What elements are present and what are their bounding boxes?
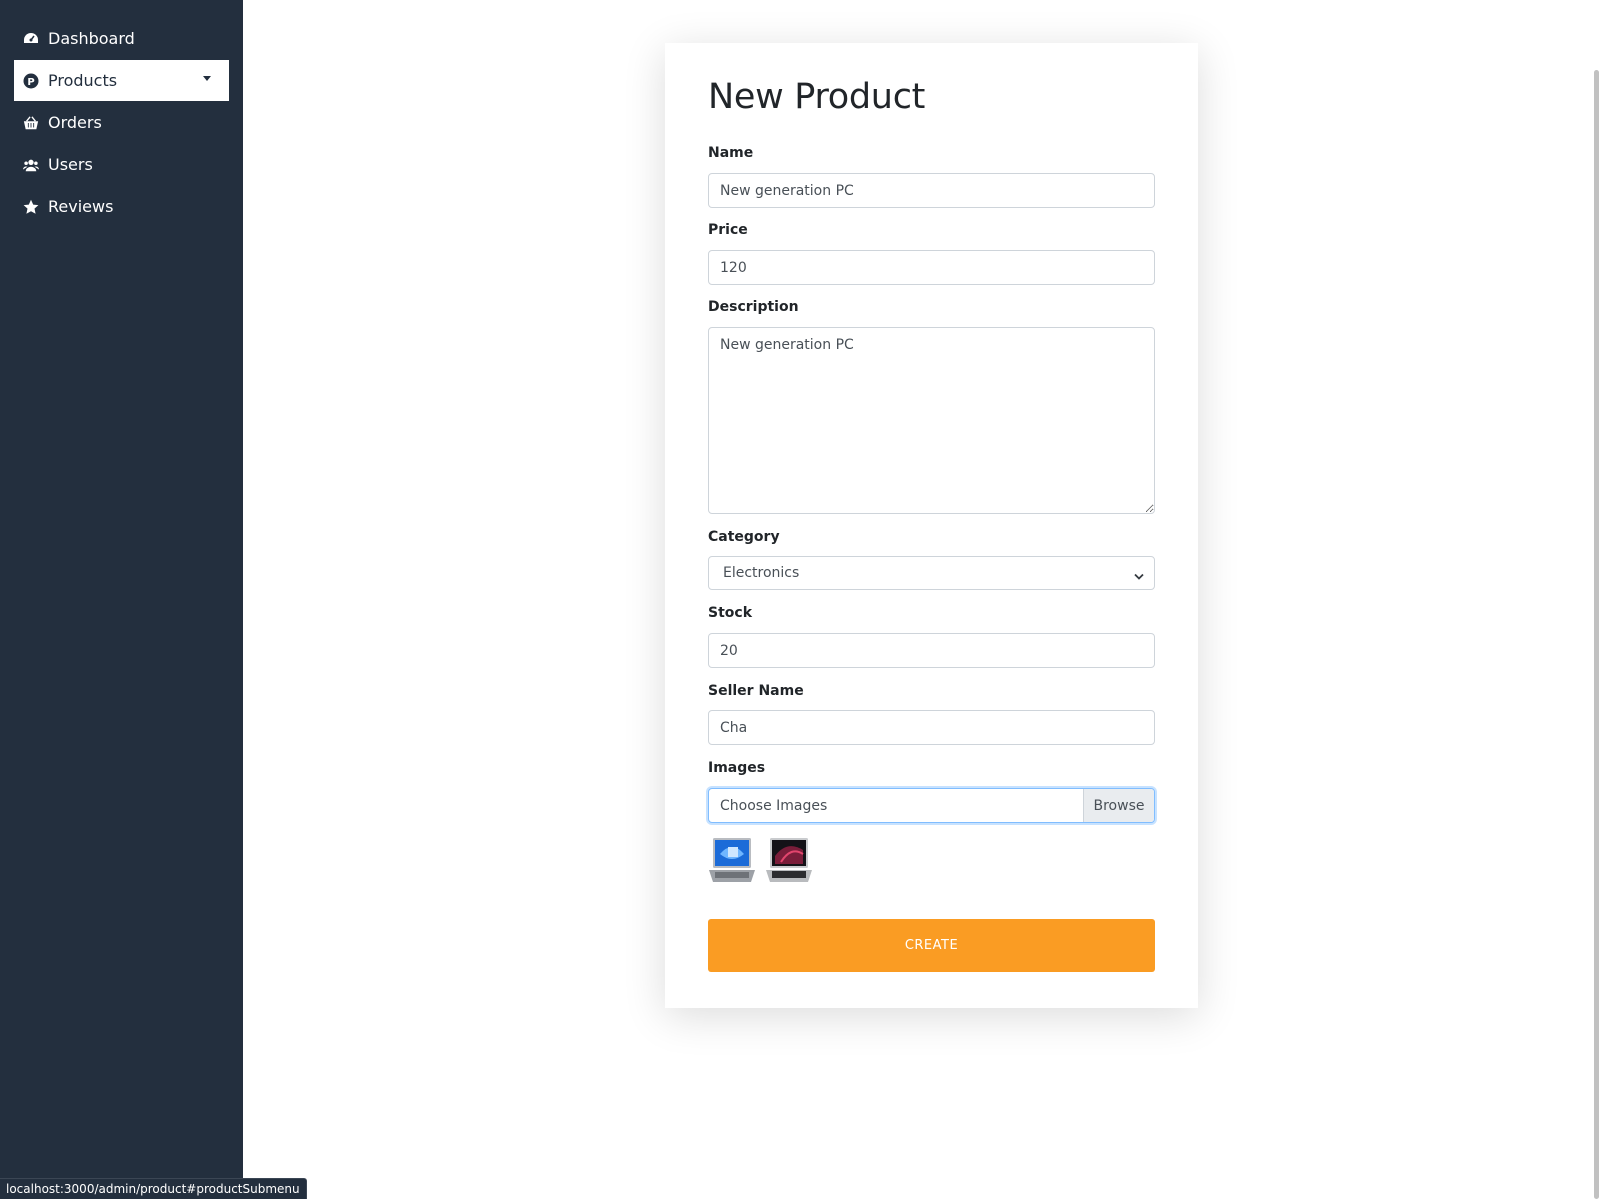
name-label: Name <box>708 145 754 161</box>
sidebar-item-dashboard[interactable]: Dashboard <box>14 18 229 59</box>
sidebar-item-products[interactable]: P Products <box>14 60 229 101</box>
category-label: Category <box>708 529 780 545</box>
dashboard-icon <box>23 31 39 47</box>
image-preview-laptop-mac <box>765 836 813 884</box>
scrollbar-thumb[interactable] <box>1594 70 1599 1199</box>
sidebar-item-label: Reviews <box>48 197 114 216</box>
stock-input[interactable] <box>708 633 1155 668</box>
basket-icon <box>23 115 39 131</box>
name-input[interactable] <box>708 173 1155 208</box>
sidebar-item-label: Dashboard <box>48 29 135 48</box>
category-selected-value: Electronics <box>723 565 800 581</box>
stock-label: Stock <box>708 605 753 621</box>
sidebar-item-orders[interactable]: Orders <box>14 102 229 143</box>
sidebar-item-users[interactable]: Users <box>14 144 229 185</box>
svg-text:P: P <box>27 77 34 88</box>
description-textarea[interactable]: New generation PC <box>708 327 1155 514</box>
users-icon <box>23 157 39 173</box>
sidebar-item-reviews[interactable]: Reviews <box>14 186 229 227</box>
price-label: Price <box>708 222 748 238</box>
sidebar-item-label: Products <box>48 71 118 90</box>
chevron-down-icon <box>1134 569 1144 585</box>
caret-down-icon <box>203 76 211 81</box>
images-file-input[interactable]: Choose Images Browse <box>708 788 1155 823</box>
category-select[interactable]: Electronics <box>708 556 1155 590</box>
browse-button[interactable]: Browse <box>1083 789 1154 822</box>
star-icon <box>23 199 39 215</box>
sidebar-item-label: Users <box>48 155 93 174</box>
page-scrollbar[interactable] <box>1592 0 1600 1199</box>
seller-name-input[interactable] <box>708 710 1155 745</box>
images-label: Images <box>708 760 766 776</box>
price-input[interactable] <box>708 250 1155 285</box>
file-input-text: Choose Images <box>720 797 828 814</box>
sidebar-item-label: Orders <box>48 113 102 132</box>
product-p-icon: P <box>23 73 39 89</box>
sidebar: Dashboard P Products Orders Users Review… <box>0 0 243 1199</box>
description-label: Description <box>708 299 799 315</box>
image-preview-laptop-windows <box>708 836 756 884</box>
page-title: New Product <box>708 77 926 117</box>
status-bar-url: localhost:3000/admin/product#productSubm… <box>0 1178 307 1199</box>
create-button[interactable]: CREATE <box>708 919 1155 972</box>
new-product-form: New Product Name Price Description New g… <box>665 43 1198 1008</box>
seller-name-label: Seller Name <box>708 683 804 699</box>
